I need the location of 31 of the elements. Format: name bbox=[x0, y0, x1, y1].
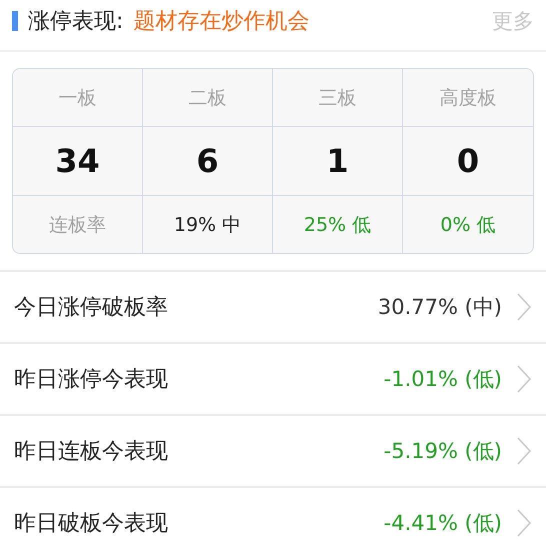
section-headline: 题材存在炒作机会 bbox=[133, 8, 310, 36]
chevron-right-icon bbox=[516, 436, 532, 466]
stat-row[interactable]: 昨日破板今表现 -4.41% (低) bbox=[0, 486, 546, 540]
section-title: 涨停表现: bbox=[28, 8, 124, 36]
rate-value: 0% 低 bbox=[440, 212, 496, 238]
stat-label: 今日涨停破板率 bbox=[14, 294, 168, 322]
row-heading: 连板率 bbox=[49, 212, 106, 238]
stat-value: -5.19% (低) bbox=[384, 438, 502, 465]
board-count: 34 bbox=[55, 142, 100, 180]
stat-label: 昨日破板今表现 bbox=[14, 510, 168, 538]
board-count: 0 bbox=[456, 142, 480, 180]
stat-value: -4.41% (低) bbox=[384, 510, 502, 537]
chevron-right-icon bbox=[516, 508, 532, 538]
rate-value: 19% 中 bbox=[174, 212, 242, 238]
column-heading: 三板 bbox=[318, 86, 356, 110]
column-heading: 一板 bbox=[58, 86, 96, 110]
board-count: 6 bbox=[196, 142, 219, 180]
accent-bar bbox=[12, 11, 18, 31]
stat-row[interactable]: 昨日连板今表现 -5.19% (低) bbox=[0, 414, 546, 486]
stat-value: -1.01% (低) bbox=[384, 366, 502, 393]
board-count: 1 bbox=[326, 142, 349, 180]
stat-row[interactable]: 今日涨停破板率 30.77% (中) bbox=[0, 270, 546, 342]
stat-row[interactable]: 昨日涨停今表现 -1.01% (低) bbox=[0, 342, 546, 414]
stat-value: 30.77% (中) bbox=[378, 294, 502, 321]
column-heading: 高度板 bbox=[440, 86, 496, 110]
column-heading: 二板 bbox=[188, 86, 226, 110]
stat-label: 昨日涨停今表现 bbox=[14, 366, 168, 394]
stat-label: 昨日连板今表现 bbox=[14, 438, 168, 466]
chevron-right-icon bbox=[516, 364, 532, 394]
rate-value: 25% 低 bbox=[304, 212, 372, 238]
chevron-right-icon bbox=[516, 292, 532, 322]
